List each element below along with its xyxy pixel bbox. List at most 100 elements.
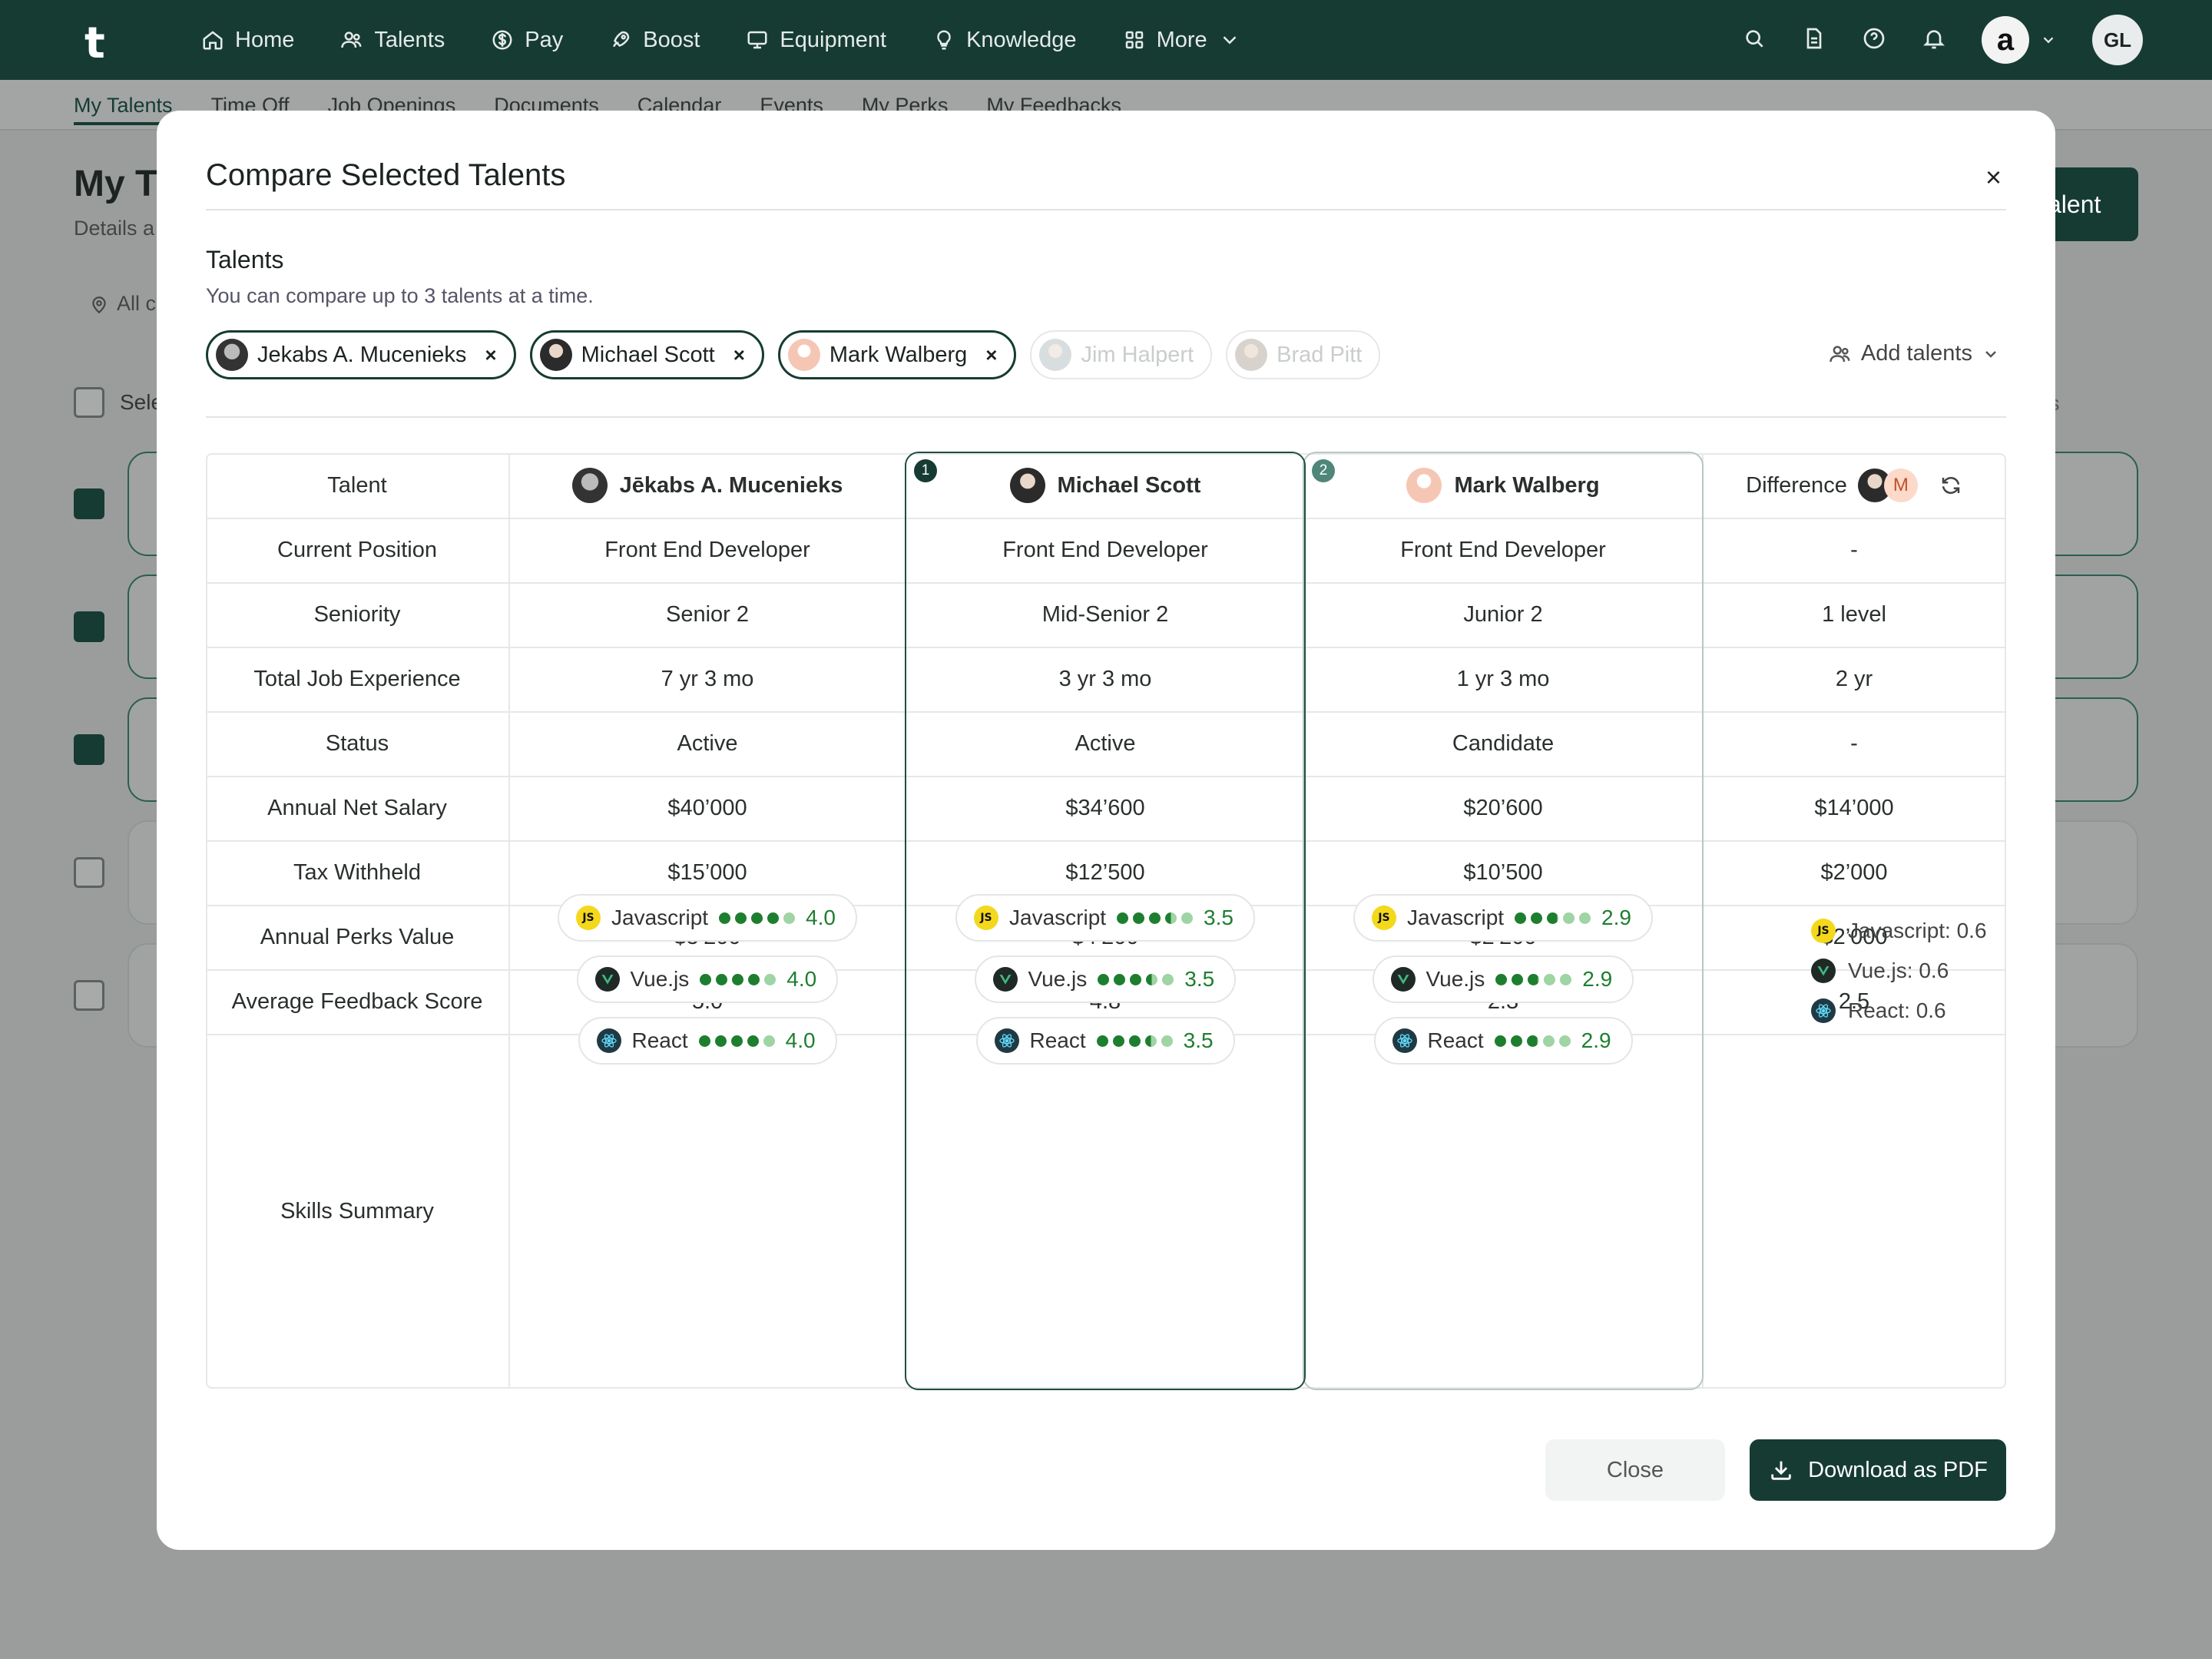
talent-chip-label: Brad Pitt xyxy=(1277,342,1363,367)
talent-chip-disabled[interactable]: Jim Halpert xyxy=(1030,330,1213,379)
skill-name: Javascript xyxy=(611,906,709,929)
company-switcher[interactable]: a xyxy=(1982,16,2057,64)
home-icon xyxy=(203,31,223,50)
location-filter[interactable]: All c xyxy=(89,292,156,316)
skills-summary-label: Skills Summary xyxy=(280,1198,434,1224)
nav-item-label: Talents xyxy=(374,27,445,52)
skill-dot xyxy=(1128,1035,1141,1047)
skill-score: 3.5 xyxy=(1204,906,1233,929)
row-difference: $14’000 xyxy=(1814,795,1894,820)
divider xyxy=(206,416,2006,418)
nav-item-label: Knowledge xyxy=(966,27,1077,52)
skill-score: 2.9 xyxy=(1601,906,1631,929)
search-button[interactable] xyxy=(1742,26,1767,55)
row-checkbox[interactable] xyxy=(74,611,104,642)
download-pdf-button[interactable]: Download as PDF xyxy=(1750,1439,2006,1501)
remove-chip-icon[interactable]: × xyxy=(485,343,496,367)
skill-dot xyxy=(1531,912,1543,924)
skill-level-dots xyxy=(700,973,777,985)
close-button[interactable]: Close xyxy=(1545,1439,1725,1501)
main-nav: Home Talents Pay Boost Equipment Knowled… xyxy=(201,0,1287,80)
skill-name: Vue.js xyxy=(1028,967,1088,991)
skill-difference: JS Javascript: 0.6 xyxy=(1811,919,1987,943)
row-label: Total Job Experience xyxy=(253,666,461,691)
documents-button[interactable] xyxy=(1802,26,1826,55)
skill-dot xyxy=(748,973,760,985)
monitor-icon xyxy=(747,31,767,49)
subnav-my-talents[interactable]: My Talents xyxy=(74,94,173,125)
skill-dot xyxy=(1495,973,1508,985)
skill-score: 2.9 xyxy=(1581,1028,1611,1052)
skill-dot xyxy=(1494,1035,1506,1047)
talent-name: Jēkabs A. Mucenieks xyxy=(619,472,843,498)
skill-pill: Vue.js 2.9 xyxy=(1372,955,1634,1003)
skill-level-dots xyxy=(1495,973,1572,985)
top-navigation-bar: t Home Talents Pay Boost Equipment Knowl… xyxy=(0,0,2212,80)
row-checkbox[interactable] xyxy=(74,734,104,765)
skill-dot xyxy=(1515,912,1527,924)
nav-item-label: Boost xyxy=(643,27,700,52)
row-label: Seniority xyxy=(313,601,401,627)
talent-chip[interactable]: Jekabs A. Mucenieks × xyxy=(206,330,516,379)
skill-score: 4.0 xyxy=(806,906,836,929)
app-logo[interactable]: t xyxy=(84,18,105,68)
skill-difference-label: React: 0.6 xyxy=(1848,998,1946,1022)
row-checkbox[interactable] xyxy=(74,980,104,1011)
divider xyxy=(206,209,2006,210)
skill-pill: Vue.js 3.5 xyxy=(974,955,1237,1003)
skill-level-dots xyxy=(719,912,796,924)
skill-dot xyxy=(1544,973,1556,985)
skill-dot xyxy=(1526,1035,1538,1047)
skill-dot xyxy=(1165,912,1177,924)
column-divider xyxy=(508,453,510,1389)
notifications-button[interactable] xyxy=(1922,26,1946,55)
skill-dot xyxy=(698,1035,710,1047)
skill-dot xyxy=(714,1035,727,1047)
talent-chip[interactable]: Mark Walberg × xyxy=(777,330,1017,379)
chevron-down-icon xyxy=(2043,37,2054,44)
nav-item-boost[interactable]: Boost xyxy=(609,28,700,53)
skill-level-dots xyxy=(1096,1035,1173,1047)
skill-dot xyxy=(1510,1035,1522,1047)
remove-chip-icon[interactable]: × xyxy=(985,343,997,367)
user-avatar[interactable]: GL xyxy=(2092,15,2143,65)
nav-item-home[interactable]: Home xyxy=(201,28,294,53)
select-all-checkbox[interactable] xyxy=(74,387,104,418)
skill-dot xyxy=(763,1035,775,1047)
skill-dot xyxy=(751,912,763,924)
skill-level-dots xyxy=(698,1035,775,1047)
row-checkbox[interactable] xyxy=(74,857,104,888)
talent-chip[interactable]: Michael Scott × xyxy=(529,330,764,379)
skill-dot xyxy=(1528,973,1540,985)
nav-item-equipment[interactable]: Equipment xyxy=(746,28,886,53)
row-label: Annual Perks Value xyxy=(260,924,455,949)
row-difference: $2’000 xyxy=(1820,859,1888,885)
chevron-down-icon xyxy=(1223,36,1237,45)
difference-avatars: M xyxy=(1857,469,1918,502)
bulb-icon xyxy=(937,30,951,50)
nav-item-label: Pay xyxy=(525,27,564,52)
row-label: Status xyxy=(325,730,389,756)
nav-item-knowledge[interactable]: Knowledge xyxy=(932,28,1077,53)
vuejs-icon xyxy=(1390,967,1416,992)
page-title: My T xyxy=(74,164,158,204)
nav-item-pay[interactable]: Pay xyxy=(491,28,563,53)
close-icon[interactable]: × xyxy=(1985,161,2002,194)
skill-name: Vue.js xyxy=(630,967,690,991)
add-talents-dropdown[interactable]: Add talents xyxy=(1829,341,2000,366)
remove-chip-icon[interactable]: × xyxy=(733,343,745,367)
skill-difference: Vue.js: 0.6 xyxy=(1811,959,1949,983)
talent-chip-disabled[interactable]: Brad Pitt xyxy=(1226,330,1381,379)
skill-dot xyxy=(1112,1035,1124,1047)
help-button[interactable] xyxy=(1862,26,1886,55)
skill-name: React xyxy=(1029,1028,1086,1052)
skill-level-dots xyxy=(1494,1035,1571,1047)
skill-dot xyxy=(1117,912,1129,924)
nav-item-more[interactable]: More xyxy=(1123,28,1241,53)
refresh-icon[interactable] xyxy=(1939,474,1962,497)
skill-dot xyxy=(1146,973,1158,985)
dollar-icon xyxy=(492,30,512,50)
row-checkbox[interactable] xyxy=(74,488,104,519)
skill-score: 4.0 xyxy=(785,1028,816,1052)
nav-item-talents[interactable]: Talents xyxy=(340,28,445,53)
